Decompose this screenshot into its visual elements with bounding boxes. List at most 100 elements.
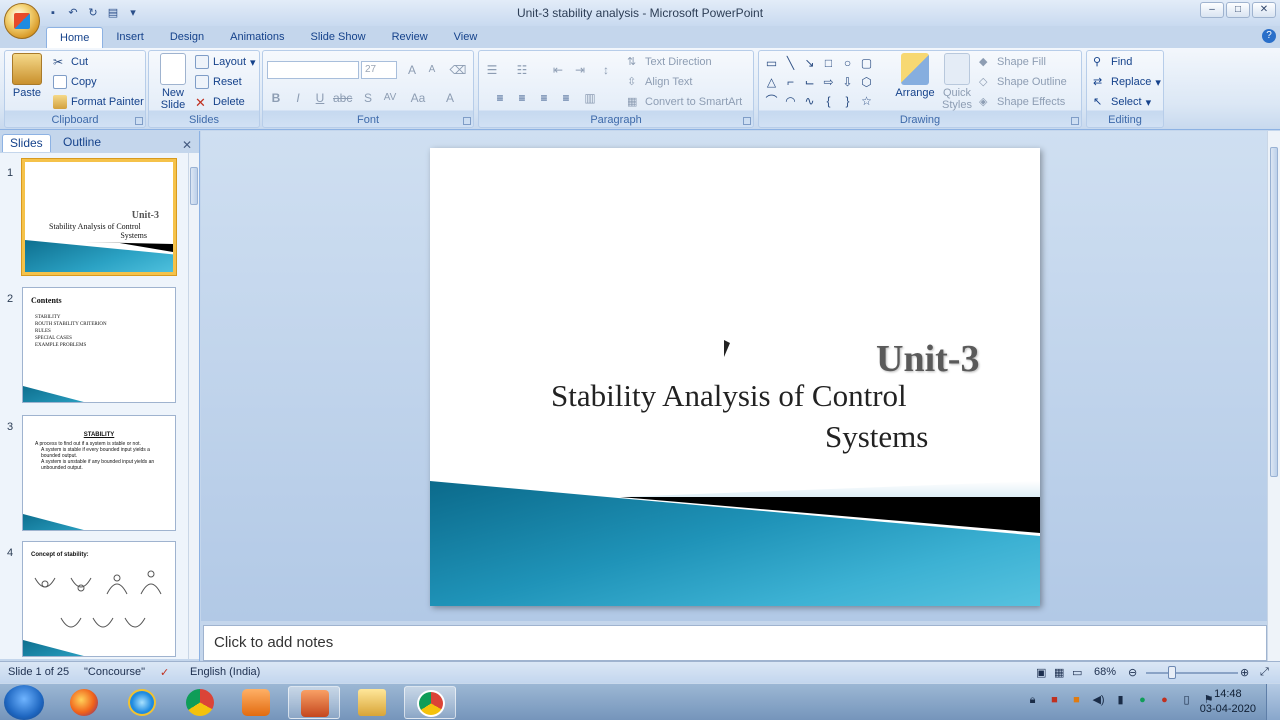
chrome-task[interactable] bbox=[174, 686, 226, 719]
slide-subtitle-line1[interactable]: Stability Analysis of Control bbox=[551, 378, 907, 414]
tab-review[interactable]: Review bbox=[379, 27, 441, 48]
chrome-task-2[interactable] bbox=[404, 686, 456, 719]
align-center-icon[interactable]: ≡ bbox=[513, 89, 531, 107]
drawing-launcher-icon[interactable] bbox=[1071, 117, 1079, 125]
strikethrough-icon[interactable]: abc bbox=[333, 89, 352, 107]
shape-effects-button[interactable]: ◈ Shape Effects bbox=[979, 95, 1065, 109]
text-shadow-icon[interactable]: S bbox=[359, 89, 377, 107]
delete-button[interactable]: ✕ Delete bbox=[195, 95, 245, 110]
close-button[interactable]: ✕ bbox=[1252, 2, 1276, 18]
shapes-gallery[interactable]: ▭ ╲ ↘ □ ○ ▢ △ ⌐ ⌙ ⇨ ⇩ ⬡ ⌒ ◠ ∿ { } ☆ bbox=[763, 55, 875, 110]
font-size-combo[interactable]: 27 bbox=[361, 61, 397, 79]
tab-animations[interactable]: Animations bbox=[217, 27, 297, 48]
close-pane-icon[interactable]: ✕ bbox=[182, 138, 192, 152]
shrink-font-icon[interactable]: A bbox=[423, 61, 441, 79]
volume-icon[interactable]: ◀) bbox=[1091, 693, 1106, 708]
start-button[interactable] bbox=[4, 685, 44, 720]
left-brace-shape-icon[interactable]: { bbox=[820, 93, 837, 110]
numbering-icon[interactable]: ☷ bbox=[513, 61, 531, 79]
battery-icon[interactable]: ▯ bbox=[1179, 693, 1194, 708]
media-player-task[interactable] bbox=[230, 686, 282, 719]
clear-formatting-icon[interactable]: ⌫ bbox=[449, 61, 467, 79]
replace-button[interactable]: ⇄ Replace ▾ bbox=[1093, 75, 1161, 89]
right-arrow-shape-icon[interactable]: ⇨ bbox=[820, 74, 837, 91]
star-shape-icon[interactable]: ☆ bbox=[858, 93, 875, 110]
tab-view[interactable]: View bbox=[441, 27, 491, 48]
italic-icon[interactable]: I bbox=[289, 89, 307, 107]
format-painter-button[interactable]: Format Painter bbox=[53, 95, 144, 109]
arc-shape-icon[interactable]: ◠ bbox=[782, 93, 799, 110]
shape-fill-button[interactable]: ◆ Shape Fill bbox=[979, 55, 1046, 69]
office-tray-icon[interactable]: ■ bbox=[1069, 693, 1084, 708]
chrome-tray-icon[interactable]: ● bbox=[1135, 693, 1150, 708]
explorer-task[interactable] bbox=[346, 686, 398, 719]
justify-icon[interactable]: ≡ bbox=[557, 89, 575, 107]
fit-to-window-icon[interactable]: ⤢ bbox=[1260, 666, 1269, 679]
decrease-indent-icon[interactable]: ⇤ bbox=[549, 61, 567, 79]
layout-button[interactable]: Layout ▾ bbox=[195, 55, 256, 69]
current-slide[interactable]: Unit-3 Stability Analysis of Control Sys… bbox=[430, 148, 1040, 606]
tab-slides[interactable]: Slides bbox=[2, 134, 51, 152]
network-icon[interactable]: ▮ bbox=[1113, 693, 1128, 708]
scribble-shape-icon[interactable]: ∿ bbox=[801, 93, 818, 110]
convert-smartart-button[interactable]: ▦ Convert to SmartArt bbox=[627, 95, 742, 109]
font-launcher-icon[interactable] bbox=[463, 117, 471, 125]
ie-task[interactable] bbox=[116, 686, 168, 719]
right-brace-shape-icon[interactable]: } bbox=[839, 93, 856, 110]
shape-outline-button[interactable]: ◇ Shape Outline bbox=[979, 75, 1067, 89]
arrow-shape-icon[interactable]: ↘ bbox=[801, 55, 818, 72]
reset-button[interactable]: Reset bbox=[195, 75, 242, 89]
tab-insert[interactable]: Insert bbox=[103, 27, 157, 48]
tab-home[interactable]: Home bbox=[46, 27, 104, 48]
character-spacing-icon[interactable]: AV bbox=[381, 89, 399, 107]
powerpoint-task[interactable] bbox=[288, 686, 340, 719]
rectangle-shape-icon[interactable]: □ bbox=[820, 55, 837, 72]
font-name-combo[interactable] bbox=[267, 61, 359, 79]
slideshow-view-icon[interactable]: ▭ bbox=[1072, 666, 1082, 679]
help-icon[interactable]: ? bbox=[1262, 29, 1276, 43]
down-arrow-shape-icon[interactable]: ⇩ bbox=[839, 74, 856, 91]
oval-shape-icon[interactable]: ○ bbox=[839, 55, 856, 72]
paragraph-launcher-icon[interactable] bbox=[743, 117, 751, 125]
clipboard-launcher-icon[interactable] bbox=[135, 117, 143, 125]
security-icon[interactable]: ■ bbox=[1047, 693, 1062, 708]
clock[interactable]: 14:48 03-04-2020 bbox=[1200, 687, 1256, 717]
change-case-icon[interactable]: Aa bbox=[409, 89, 427, 107]
rounded-rect-shape-icon[interactable]: ▢ bbox=[858, 55, 875, 72]
slide-thumbnail-4[interactable]: Concept of stability: bbox=[22, 541, 176, 657]
thumbnail-scrollbar[interactable] bbox=[188, 153, 199, 659]
zoom-level[interactable]: 68% bbox=[1094, 666, 1116, 678]
font-color-icon[interactable]: A bbox=[441, 89, 459, 107]
cut-button[interactable]: ✂ Cut bbox=[53, 55, 88, 69]
connector-shape-icon[interactable]: ⌐ bbox=[782, 74, 799, 91]
freeform-shape-icon[interactable]: ⬡ bbox=[858, 74, 875, 91]
zoom-out-icon[interactable]: ⊖ bbox=[1128, 666, 1137, 679]
tab-outline[interactable]: Outline bbox=[56, 134, 108, 152]
slide-thumbnail-2[interactable]: Contents STABILITY ROUTH STABILITY CRITE… bbox=[22, 287, 176, 403]
tab-design[interactable]: Design bbox=[157, 27, 217, 48]
align-left-icon[interactable]: ≡ bbox=[491, 89, 509, 107]
quick-styles-button[interactable]: Quick Styles bbox=[937, 53, 977, 111]
slide-sorter-icon[interactable]: ▦ bbox=[1054, 666, 1064, 679]
columns-icon[interactable]: ▥ bbox=[581, 89, 599, 107]
line-spacing-icon[interactable]: ↕ bbox=[597, 61, 615, 79]
normal-view-icon[interactable]: ▣ bbox=[1036, 666, 1046, 679]
slide-thumbnail-3[interactable]: STABILITY A process to find out if a sys… bbox=[22, 415, 176, 531]
arrange-button[interactable]: Arrange bbox=[893, 53, 937, 99]
slide-title[interactable]: Unit-3 bbox=[876, 337, 979, 381]
copy-button[interactable]: Copy bbox=[53, 75, 97, 89]
elbow-shape-icon[interactable]: ⌙ bbox=[801, 74, 818, 91]
firefox-task[interactable] bbox=[58, 686, 110, 719]
record-icon[interactable]: ● bbox=[1157, 693, 1172, 708]
underline-icon[interactable]: U bbox=[311, 89, 329, 107]
tab-slide-show[interactable]: Slide Show bbox=[298, 27, 379, 48]
align-text-button[interactable]: ⇳ Align Text bbox=[627, 75, 693, 89]
slide-thumbnail-1[interactable]: Unit-3 Stability Analysis of Control Sys… bbox=[22, 159, 176, 275]
bold-icon[interactable]: B bbox=[267, 89, 285, 107]
language[interactable]: English (India) bbox=[190, 666, 260, 678]
increase-indent-icon[interactable]: ⇥ bbox=[571, 61, 589, 79]
new-slide-button[interactable]: New Slide bbox=[153, 53, 193, 111]
show-desktop-button[interactable] bbox=[1266, 684, 1280, 720]
grow-font-icon[interactable]: A bbox=[403, 61, 421, 79]
line-shape-icon[interactable]: ╲ bbox=[782, 55, 799, 72]
